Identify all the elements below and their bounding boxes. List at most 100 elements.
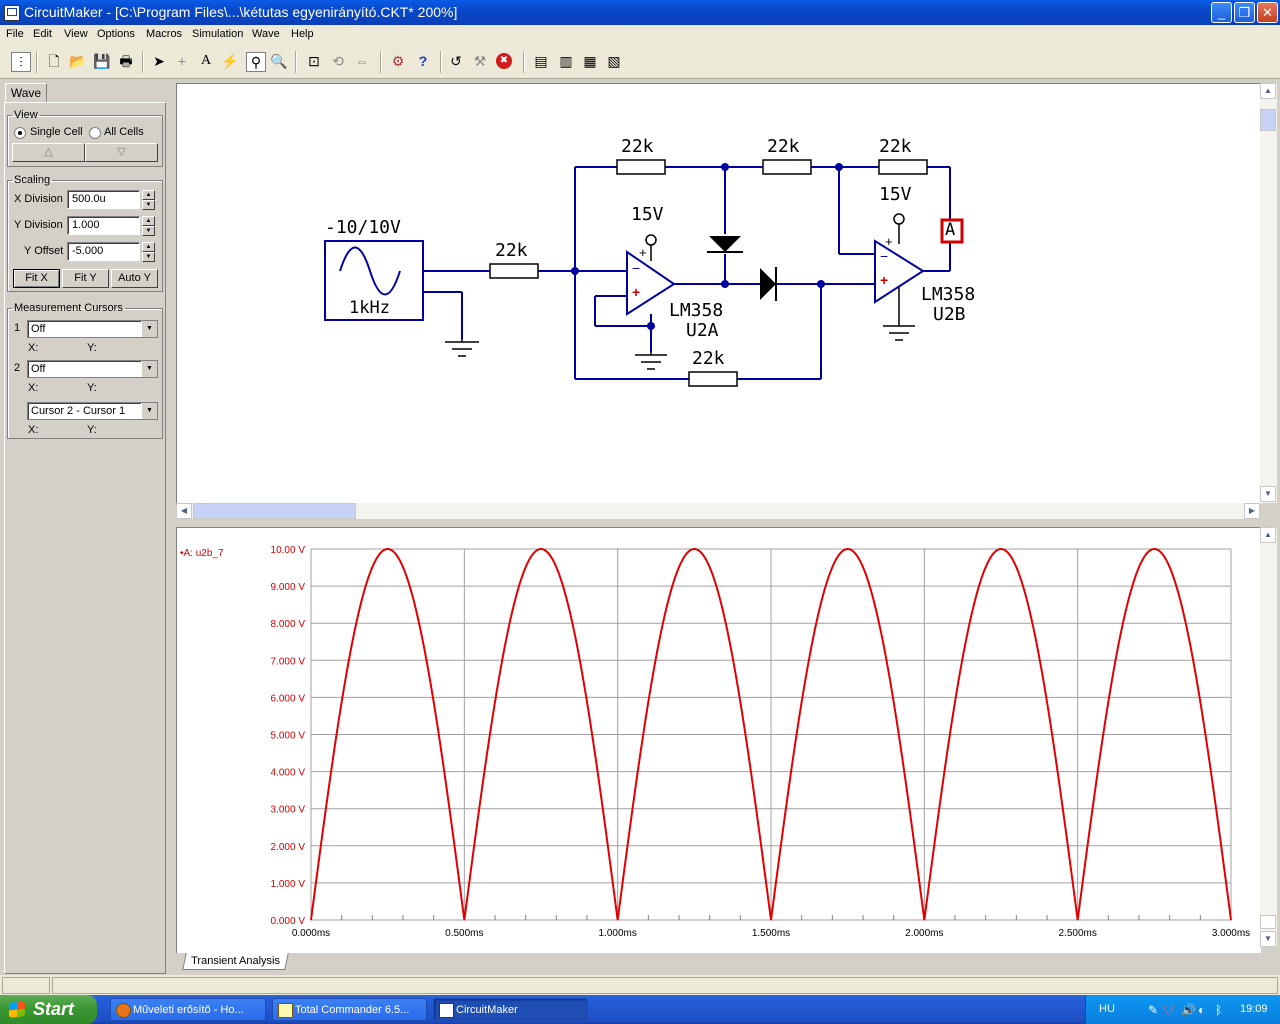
zoom-icon[interactable]: 🔍 bbox=[270, 52, 288, 70]
cursor-2-select[interactable]: Off ▼ bbox=[27, 360, 158, 378]
single-cell-radio[interactable] bbox=[14, 127, 26, 139]
scroll-right-icon[interactable]: ▶ bbox=[1244, 503, 1260, 519]
wave-scroll-up-icon[interactable]: ▲ bbox=[1260, 527, 1276, 543]
wave-vscrollbar[interactable]: ▲ ▼ bbox=[1260, 527, 1277, 947]
hscroll-thumb[interactable] bbox=[193, 503, 356, 519]
vcc-terminal-2 bbox=[893, 213, 905, 225]
menu-edit[interactable]: Edit bbox=[33, 28, 52, 40]
rotate-icon[interactable]: ⟲ bbox=[329, 52, 347, 70]
x-division-input[interactable]: 500.0u bbox=[67, 190, 140, 209]
tray-volume-icon[interactable]: 🔊 bbox=[1181, 1003, 1196, 1017]
schematic-vscrollbar[interactable]: ▲ ▼ bbox=[1260, 83, 1277, 503]
waveform-zero-point bbox=[1230, 919, 1232, 921]
minimize-button[interactable]: _ bbox=[1211, 2, 1232, 23]
reset-icon[interactable]: ↺ bbox=[447, 52, 465, 70]
language-indicator[interactable]: HU bbox=[1099, 1003, 1115, 1015]
probe-tool-icon[interactable]: ⚲ bbox=[246, 52, 266, 72]
resistor-label-r4: 22k bbox=[879, 136, 912, 157]
fit-x-button[interactable]: Fit X bbox=[13, 269, 60, 288]
sim-settings-icon[interactable]: ⫶ bbox=[11, 52, 31, 72]
schematic-hscrollbar[interactable]: ◀ ▶ bbox=[176, 503, 1260, 519]
resistor-label-r3: 22k bbox=[767, 136, 800, 157]
y-division-up[interactable]: ▲ bbox=[142, 216, 155, 226]
save-icon[interactable]: 💾 bbox=[93, 52, 111, 70]
wave-3-icon[interactable]: ▧ bbox=[605, 52, 623, 70]
menu-options[interactable]: Options bbox=[97, 28, 135, 40]
wave-panel-body: View Single Cell All Cells △ ▽ Scaling X… bbox=[4, 102, 166, 974]
sine-source-icon bbox=[339, 246, 401, 296]
opamp-u2a-vplus: + bbox=[639, 245, 647, 260]
waveform-window[interactable]: •A: u2b_7 0.000ms 0.500ms 1.000ms 1.500ms 2.… bbox=[176, 527, 1261, 953]
fit-y-button[interactable]: Fit Y bbox=[62, 269, 109, 288]
schematic-canvas[interactable]: -10/10V 1kHz 22k 22k 22k 22k 22k 15V 15V… bbox=[176, 83, 1261, 504]
text-tool-icon[interactable]: A bbox=[197, 52, 215, 70]
scroll-up-icon[interactable]: ▲ bbox=[1260, 83, 1276, 99]
status-bar bbox=[0, 975, 1280, 995]
cursor-1-number: 1 bbox=[14, 322, 21, 334]
analyses-icon[interactable]: ▤ bbox=[532, 52, 550, 70]
step-icon[interactable]: ⚒ bbox=[471, 52, 489, 70]
task-circuitmaker[interactable]: CircuitMaker bbox=[433, 998, 588, 1021]
print-icon[interactable]: 🖶 bbox=[117, 52, 135, 70]
probe-icon[interactable]: ⚡ bbox=[221, 52, 239, 70]
stop-icon[interactable]: ✖ bbox=[496, 53, 512, 69]
close-button[interactable]: ✕ bbox=[1257, 2, 1278, 23]
menu-simulation[interactable]: Simulation bbox=[192, 28, 243, 40]
fit-page-icon[interactable]: ⊡ bbox=[305, 52, 323, 70]
tray-display-icon[interactable]: ◐ bbox=[1198, 1003, 1205, 1017]
arrow-pointer-icon[interactable]: ➤ bbox=[150, 52, 168, 70]
x-division-down[interactable]: ▼ bbox=[142, 200, 155, 210]
start-button[interactable]: Start bbox=[0, 995, 97, 1024]
x-tick-label: 1.500ms bbox=[752, 928, 790, 939]
waveform-peak-point bbox=[1153, 548, 1155, 550]
schematic-drawing bbox=[324, 159, 964, 387]
new-file-icon[interactable]: 🗋 bbox=[45, 52, 63, 70]
mirror-icon[interactable]: ⇔ bbox=[353, 52, 371, 70]
y-offset-up[interactable]: ▲ bbox=[142, 242, 155, 252]
diode-2 bbox=[760, 268, 776, 300]
wave-scroll-thumb[interactable] bbox=[1260, 915, 1276, 929]
wave-2-icon[interactable]: ▦ bbox=[581, 52, 599, 70]
menu-macros[interactable]: Macros bbox=[146, 28, 182, 40]
task-firefox[interactable]: Műveleti erősítő - Ho... bbox=[110, 998, 266, 1021]
task-total-commander[interactable]: Total Commander 6.5... bbox=[272, 998, 427, 1021]
y-offset-input[interactable]: -5.000 bbox=[67, 242, 140, 261]
waveform-zero-point bbox=[1077, 919, 1079, 921]
y-tick-label: 9.000 V bbox=[271, 582, 306, 593]
scroll-thumb[interactable] bbox=[1260, 109, 1276, 131]
scroll-down-icon[interactable]: ▼ bbox=[1260, 486, 1276, 502]
x-division-up[interactable]: ▲ bbox=[142, 190, 155, 200]
opamp-u2b-vplus: + bbox=[885, 234, 893, 249]
open-folder-icon[interactable]: 📂 bbox=[69, 52, 87, 70]
all-cells-radio[interactable] bbox=[89, 127, 101, 139]
tray-network-icon[interactable]: ✎ bbox=[1148, 1003, 1158, 1017]
x-tick-label: 1.000ms bbox=[598, 928, 636, 939]
menu-wave[interactable]: Wave bbox=[252, 28, 280, 40]
tab-transient-analysis[interactable]: Transient Analysis bbox=[182, 953, 289, 970]
waveform-zero-point bbox=[463, 919, 465, 921]
cell-up-button[interactable]: △ bbox=[12, 143, 85, 162]
scroll-left-icon[interactable]: ◀ bbox=[176, 503, 192, 519]
help-icon[interactable]: ? bbox=[414, 52, 432, 70]
cursor-diff-select[interactable]: Cursor 2 - Cursor 1 ▼ bbox=[27, 402, 158, 420]
waveform-peak-point bbox=[847, 548, 849, 550]
wire-tool-icon[interactable]: + bbox=[173, 52, 191, 70]
cell-down-button[interactable]: ▽ bbox=[85, 143, 158, 162]
y-division-down[interactable]: ▼ bbox=[142, 226, 155, 236]
tray-bluetooth-icon[interactable]: ᛒ bbox=[1215, 1003, 1222, 1017]
menu-help[interactable]: Help bbox=[291, 28, 314, 40]
opamp-u2a-plus: + bbox=[632, 284, 641, 300]
auto-y-button[interactable]: Auto Y bbox=[111, 269, 158, 288]
cursor-1-select[interactable]: Off ▼ bbox=[27, 320, 158, 338]
y-offset-down[interactable]: ▼ bbox=[142, 252, 155, 262]
app-icon[interactable] bbox=[4, 5, 20, 21]
wave-1-icon[interactable]: ▥ bbox=[557, 52, 575, 70]
menu-file[interactable]: File bbox=[6, 28, 24, 40]
device-icon[interactable]: ⚙ bbox=[389, 52, 407, 70]
tab-wave[interactable]: Wave bbox=[5, 83, 47, 103]
restore-button[interactable]: ❐ bbox=[1234, 2, 1255, 23]
tray-shield-icon[interactable]: ⛉ bbox=[1164, 1003, 1173, 1018]
y-division-input[interactable]: 1.000 bbox=[67, 216, 140, 235]
menu-view[interactable]: View bbox=[64, 28, 88, 40]
wave-scroll-down-icon[interactable]: ▼ bbox=[1260, 931, 1276, 947]
